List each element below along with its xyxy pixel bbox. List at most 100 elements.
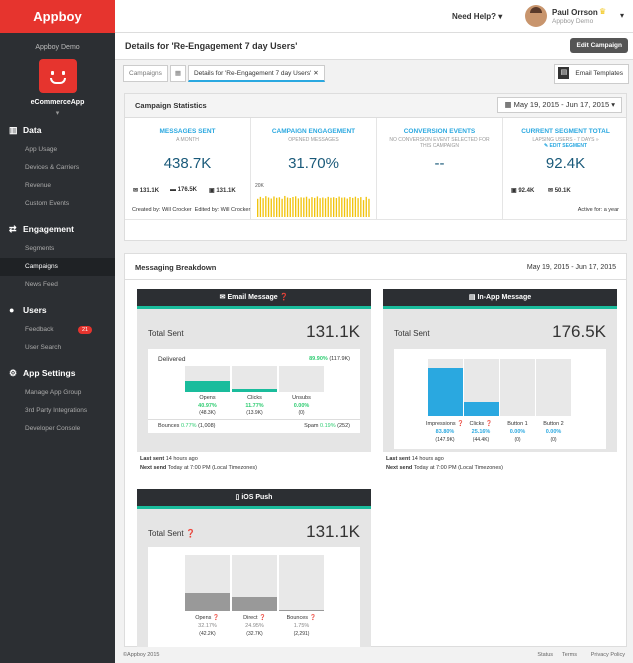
- push-bounces-label: Bounces ❓: [286, 615, 317, 621]
- total-sent-value: 131.1K: [306, 322, 360, 341]
- avatar[interactable]: [525, 5, 547, 27]
- total-sent-value: 131.1K: [306, 522, 360, 541]
- opens-bar-fill: [185, 381, 230, 392]
- footer-link-privacy[interactable]: Privacy Policy: [591, 652, 625, 658]
- stat-conversion-events: CONVERSION EVENTS NO CONVERSION EVENT SEL…: [377, 118, 503, 179]
- delivered-label: Delivered: [158, 356, 186, 363]
- sidebar-item-3rd-party-integrations[interactable]: 3rd Party Integrations: [0, 402, 115, 420]
- chart-bar: [346, 198, 348, 217]
- unsubs-label: Unsubs: [292, 395, 311, 401]
- chart-bar: [368, 198, 370, 217]
- chart-bar: [338, 196, 340, 217]
- push-count: ▣ 131.1K: [209, 188, 236, 194]
- user-menu-chevron-icon[interactable]: ▾: [620, 11, 624, 20]
- sidebar-item-custom-events[interactable]: Custom Events: [0, 195, 115, 213]
- calendar-icon: ▦: [504, 100, 514, 109]
- sidebar-item-user-search[interactable]: User Search: [0, 339, 115, 357]
- footer-link-terms[interactable]: Terms: [562, 652, 577, 658]
- impressions-bar-fill: [428, 368, 463, 416]
- clicks-bar-fill: [232, 388, 277, 392]
- inapp-funnel: Impressions ❓ Clicks ❓ Button 1 Button 2…: [394, 349, 606, 449]
- sidebar-item-campaigns[interactable]: Campaigns: [0, 258, 115, 276]
- tab-campaigns[interactable]: Campaigns: [123, 65, 168, 82]
- sidebar-section-app-settings[interactable]: ⚙ App Settings: [0, 362, 115, 384]
- sidebar-item-devices-carriers[interactable]: Devices & Carriers: [0, 159, 115, 177]
- impressions-label: Impressions ❓: [425, 421, 465, 427]
- email-card-header: ✉ Email Message ❓: [137, 289, 371, 309]
- sidebar-item-developer-console[interactable]: Developer Console: [0, 420, 115, 438]
- conversion-empty: [377, 179, 503, 219]
- button2-count: (0): [550, 437, 557, 443]
- tab-campaign-details[interactable]: Details for 'Re-Engagement 7 day Users' …: [188, 65, 325, 82]
- unsubs-count: (0): [298, 410, 305, 416]
- copyright: ©Appboy 2015: [123, 652, 160, 658]
- chart-bar: [335, 198, 338, 217]
- segment-email-count: ✉ 50.1K: [548, 188, 571, 194]
- app-switch-chevron-icon[interactable]: ▾: [0, 109, 115, 119]
- sidebar-item-revenue[interactable]: Revenue: [0, 177, 115, 195]
- sidebar-section-data[interactable]: ▥ Data: [0, 119, 115, 141]
- top-bar: Need Help? ▾ Paul Orrson ♛ Appboy Demo ▾: [115, 0, 633, 33]
- messaging-breakdown-panel: Messaging Breakdown May 19, 2015 - Jun 1…: [124, 253, 627, 647]
- exchange-icon: ⇄: [9, 223, 17, 234]
- bounce-spam-row: Bounces 0.77% (1,008) Spam 0.19% (252): [148, 419, 360, 433]
- push-bounces-pct: 1.75%: [293, 623, 310, 629]
- date-range-picker[interactable]: ▦ May 19, 2015 - Jun 17, 2015 ▾: [497, 97, 622, 113]
- chart-bar: [259, 196, 262, 217]
- ios-push-card-header: ▯ iOS Push: [137, 489, 371, 509]
- button1-pct: 0.00%: [509, 429, 526, 435]
- opens-pct: 40.97%: [198, 403, 217, 409]
- chart-bar: [327, 196, 329, 217]
- page-title: Details for 'Re-Engagement 7 day Users': [125, 41, 298, 51]
- button1-count: (0): [514, 437, 521, 443]
- total-sent-label: Total Sent ❓: [148, 529, 196, 538]
- chart-bar: [349, 196, 351, 217]
- chart-bar: [303, 197, 305, 217]
- push-bounces-bar: [279, 555, 324, 611]
- push-opens-bar: [185, 555, 230, 611]
- chart-bar: [354, 196, 357, 217]
- sidebar-item-manage-app-group[interactable]: Manage App Group: [0, 384, 115, 402]
- chart-bar: [360, 197, 362, 217]
- edit-segment-link[interactable]: ✎ EDIT SEGMENT: [503, 143, 628, 149]
- chart-bar: [281, 198, 283, 217]
- sidebar: Appboy Appboy Demo eCommerceApp ▾ ▥ Data …: [0, 0, 115, 663]
- sidebar-section-users[interactable]: ● Users: [0, 299, 115, 321]
- email-count: ✉ 131.1K: [133, 188, 160, 194]
- button2-label: Button 2: [543, 421, 564, 427]
- app-icon[interactable]: [38, 59, 77, 93]
- sidebar-section-engagement[interactable]: ⇄ Engagement: [0, 218, 115, 240]
- close-tab-icon[interactable]: ✕: [313, 70, 318, 77]
- chart-bar: [257, 198, 259, 217]
- document-icon: ▤: [558, 67, 570, 80]
- sidebar-item-news-feed[interactable]: News Feed: [0, 276, 115, 294]
- sidebar-item-segments[interactable]: Segments: [0, 240, 115, 258]
- ios-push-card: ▯ iOS Push Total Sent ❓ 131.1K Opens ❓ D…: [137, 489, 371, 647]
- engagement-chart: 20K: [251, 179, 377, 219]
- push-direct-label: Direct ❓: [243, 615, 266, 621]
- user-name[interactable]: Paul Orrson: [552, 8, 598, 17]
- chart-bar: [273, 196, 275, 217]
- delivered-value: 89.90% (117.9K): [309, 356, 350, 362]
- app-name[interactable]: eCommerceApp: [0, 99, 115, 106]
- chart-bar: [262, 198, 264, 217]
- calendar-icon[interactable]: ▦: [170, 65, 186, 82]
- chart-bar: [365, 196, 367, 217]
- clicks-label: Clicks: [247, 395, 262, 401]
- need-help-menu[interactable]: Need Help? ▾: [452, 12, 502, 21]
- company-name: Appboy Demo: [35, 44, 80, 51]
- chart-bar: [352, 197, 354, 217]
- edit-campaign-button[interactable]: Edit Campaign: [570, 38, 628, 53]
- button1-label: Button 1: [507, 421, 528, 427]
- chart-bar: [319, 198, 321, 217]
- sidebar-item-feedback[interactable]: Feedback 21: [0, 321, 115, 339]
- sidebar-item-app-usage[interactable]: App Usage: [0, 141, 115, 159]
- total-sent-label: Total Sent: [394, 329, 430, 338]
- chart-bar: [289, 198, 291, 217]
- brand-logo[interactable]: Appboy: [0, 0, 115, 33]
- chart-bar: [267, 197, 270, 217]
- chart-bar: [341, 197, 343, 217]
- inapp-send-info: Last sent 14 hours ago Next send Today a…: [383, 452, 617, 479]
- footer-link-status[interactable]: Status: [537, 652, 553, 658]
- email-templates-button[interactable]: ▤ Email Templates: [554, 64, 629, 84]
